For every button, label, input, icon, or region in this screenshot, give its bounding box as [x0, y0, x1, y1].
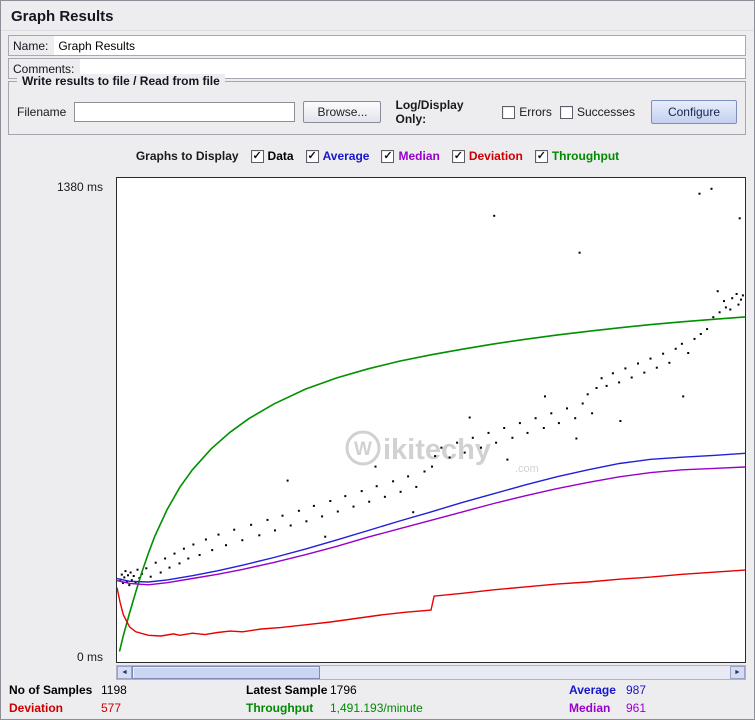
- title-bar: Graph Results: [1, 1, 754, 31]
- series-deviation: [117, 570, 745, 636]
- name-label: Name:: [9, 36, 54, 55]
- y-axis-min-label: 0 ms: [49, 650, 103, 664]
- throughput-checkbox[interactable]: ✓ Throughput: [535, 149, 619, 163]
- svg-text:.com: .com: [515, 463, 539, 475]
- graphs-to-display-row: Graphs to Display ✓ Data ✓ Average ✓ Med…: [1, 146, 754, 166]
- filename-label: Filename: [17, 105, 66, 119]
- scrollbar-thumb[interactable]: [132, 666, 320, 679]
- data-checkbox-label: Data: [268, 149, 294, 163]
- successes-checkbox[interactable]: Successes: [560, 105, 635, 119]
- throughput-checkbox-box[interactable]: ✓: [535, 150, 548, 163]
- scrollbar-left-arrow-icon[interactable]: ◄: [117, 666, 132, 679]
- median-checkbox-label: Median: [398, 149, 439, 163]
- deviation-checkbox[interactable]: ✓ Deviation: [452, 149, 523, 163]
- series-median: [117, 467, 745, 585]
- name-input[interactable]: [54, 36, 745, 55]
- svg-text:W: W: [354, 439, 372, 460]
- data-checkbox-box[interactable]: ✓: [251, 150, 264, 163]
- configure-button[interactable]: Configure: [651, 100, 737, 124]
- y-axis-max-label: 1380 ms: [49, 180, 103, 194]
- average-checkbox-box[interactable]: ✓: [306, 150, 319, 163]
- browse-button[interactable]: Browse...: [303, 101, 381, 123]
- throughput-checkbox-label: Throughput: [552, 149, 619, 163]
- average-stat: Average987: [569, 683, 646, 697]
- no-of-samples-stat: No of Samples1198: [9, 683, 127, 697]
- name-field-row: Name:: [8, 35, 746, 56]
- average-checkbox[interactable]: ✓ Average: [306, 149, 370, 163]
- log-display-only-label: Log/Display Only:: [395, 98, 494, 126]
- deviation-checkbox-box[interactable]: ✓: [452, 150, 465, 163]
- median-checkbox[interactable]: ✓ Median: [381, 149, 439, 163]
- successes-checkbox-box[interactable]: [560, 106, 573, 119]
- median-stat: Median961: [569, 701, 646, 715]
- watermark: Wikitechy .com: [347, 432, 539, 475]
- errors-checkbox-label: Errors: [519, 105, 552, 119]
- successes-checkbox-label: Successes: [577, 105, 635, 119]
- median-checkbox-box[interactable]: ✓: [381, 150, 394, 163]
- deviation-checkbox-label: Deviation: [469, 149, 523, 163]
- throughput-stat: Throughput1,491.193/minute: [246, 701, 423, 715]
- scrollbar-right-arrow-icon[interactable]: ►: [730, 666, 745, 679]
- jmeter-graph-results-window: Graph Results Name: Comments: Write resu…: [0, 0, 755, 720]
- page-title: Graph Results: [11, 8, 114, 25]
- data-checkbox[interactable]: ✓ Data: [251, 149, 294, 163]
- write-results-groupbox: Write results to file / Read from file F…: [8, 81, 746, 135]
- graph-svg: Wikitechy .com: [117, 178, 745, 662]
- filename-input[interactable]: [74, 102, 295, 122]
- graph-canvas: Wikitechy .com: [116, 177, 746, 663]
- groupbox-title: Write results to file / Read from file: [17, 74, 225, 88]
- errors-checkbox[interactable]: Errors: [502, 105, 552, 119]
- errors-checkbox-box[interactable]: [502, 106, 515, 119]
- svg-text:ikitechy: ikitechy: [383, 434, 491, 466]
- deviation-stat: Deviation577: [9, 701, 121, 715]
- average-checkbox-label: Average: [323, 149, 370, 163]
- graphs-to-display-label: Graphs to Display: [136, 149, 239, 163]
- scrollbar-track[interactable]: [132, 666, 730, 679]
- horizontal-scrollbar[interactable]: ◄ ►: [116, 665, 746, 680]
- latest-sample-stat: Latest Sample1796: [246, 683, 357, 697]
